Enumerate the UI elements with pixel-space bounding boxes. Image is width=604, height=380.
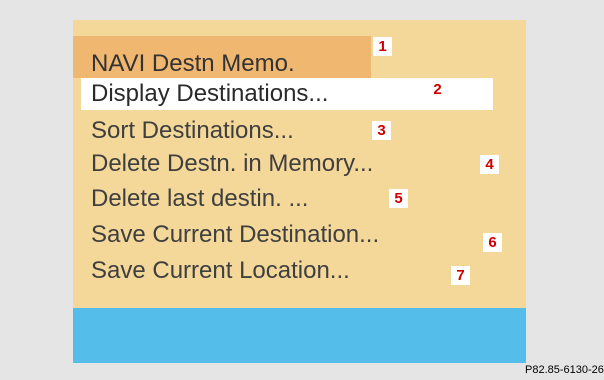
status-band	[73, 308, 526, 363]
menu-item-label: Display Destinations...	[91, 80, 329, 107]
menu-title: NAVI Destn Memo.	[91, 50, 295, 77]
menu-title-bar: NAVI Destn Memo.	[73, 36, 371, 78]
menu-item-label: Delete last destin. ...	[91, 185, 309, 212]
callout-badge-6: 6	[483, 233, 502, 252]
callout-badge-1: 1	[373, 37, 392, 56]
menu-item-label: Sort Destinations...	[91, 117, 294, 144]
navi-screen: NAVI Destn Memo. Display Destinations...…	[73, 20, 526, 363]
menu-item-label: Save Current Destination...	[91, 221, 380, 248]
figure-reference-code: P82.85-6130-26	[525, 364, 604, 376]
callout-badge-7: 7	[451, 266, 470, 285]
menu-item-label: Save Current Location...	[91, 257, 350, 284]
callout-badge-5: 5	[389, 189, 408, 208]
menu-item-display-destinations[interactable]: Display Destinations...	[73, 78, 526, 110]
callout-badge-4: 4	[480, 155, 499, 174]
callout-badge-2: 2	[428, 80, 447, 99]
menu-item-delete-last-destin[interactable]: Delete last destin. ...	[73, 183, 526, 215]
menu-item-save-current-destination[interactable]: Save Current Destination...	[73, 219, 526, 251]
menu-item-label: Delete Destn. in Memory...	[91, 150, 374, 177]
menu-item-sort-destinations[interactable]: Sort Destinations...	[73, 115, 526, 147]
menu-item-delete-destn-in-memory[interactable]: Delete Destn. in Memory...	[73, 148, 526, 180]
callout-badge-3: 3	[372, 121, 391, 140]
